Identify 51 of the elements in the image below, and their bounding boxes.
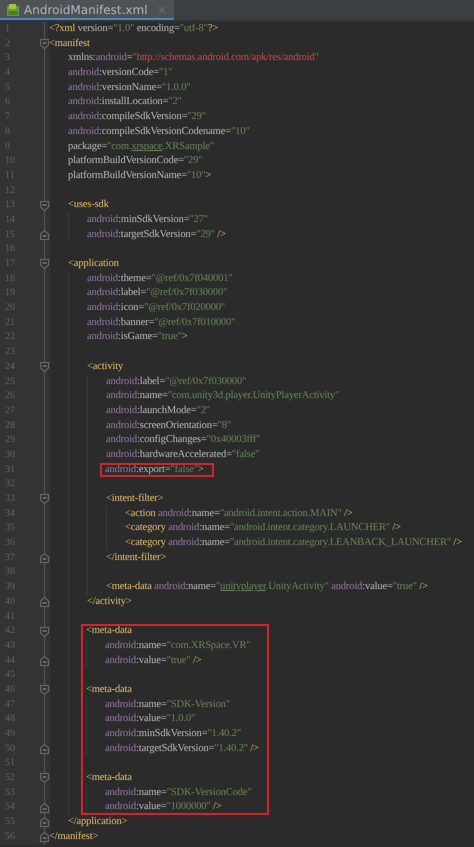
code-line: <activity bbox=[87, 360, 124, 374]
file-tab[interactable]: AndroidManifest.xml bbox=[0, 0, 174, 20]
code-line: <meta-data android:name="unityplayer.UnityActivity" android:value="true" /> bbox=[106, 580, 428, 594]
code-line: android:theme="@ref/0x7f040001" bbox=[87, 272, 232, 286]
code-line: android:minSdkVersion="27" bbox=[87, 212, 208, 227]
code-line: android:name="SDK-VersionCode" bbox=[105, 786, 252, 800]
code-line: android:label="@ref/0x7f030000" bbox=[106, 374, 246, 388]
code-line: <meta-data bbox=[86, 682, 132, 697]
code-line: </activity> bbox=[87, 594, 132, 609]
close-icon[interactable] bbox=[158, 6, 166, 14]
code-line: platformBuildVersionName="10"> bbox=[68, 168, 212, 183]
code-line: android:launchMode="2" bbox=[106, 404, 210, 418]
code-line: </application> bbox=[68, 815, 128, 830]
code-line: android:targetSdkVersion="1.40.2" /> bbox=[105, 742, 259, 756]
code-line: <category android:name="android.intent.category.LAUNCHER" /> bbox=[125, 521, 401, 536]
code-line: package="com.xrspace.XRSample" bbox=[68, 140, 214, 154]
code-line: <action android:name="android.intent.action.MAIN" /> bbox=[125, 506, 353, 521]
code-line: android:compileSdkVersionCodename="10" bbox=[68, 124, 250, 139]
code-line: <uses-sdk bbox=[68, 198, 109, 212]
code-line: android:export="false"> bbox=[105, 462, 204, 477]
code-line: <meta-data bbox=[86, 771, 132, 786]
code-line: android:configChanges="0x40003fff" bbox=[106, 433, 260, 448]
code-line: xmlns:android="http://schemas.android.com/apk/res/android" bbox=[68, 51, 319, 66]
file-icon bbox=[6, 3, 20, 17]
code-line: android:banner="@ref/0x7f010000" bbox=[87, 316, 236, 330]
code-line: android:isGame="true"> bbox=[87, 330, 188, 344]
code-line: android:label="@ref/0x7f030000" bbox=[87, 286, 228, 300]
code-line: android:name="com.unity3d.player.UnityPlayerActivity" bbox=[106, 389, 340, 404]
code-line: android:targetSdkVersion="29" /> bbox=[87, 228, 226, 242]
code-line: android:value="1000000" /> bbox=[105, 800, 222, 814]
code-line: </intent-filter> bbox=[106, 550, 166, 565]
code-line: android:name="SDK-Version" bbox=[105, 698, 230, 712]
code-line: <category android:name="android.intent.category.LEANBACK_LAUNCHER" /> bbox=[125, 536, 462, 550]
code-line: <manifest bbox=[49, 36, 90, 51]
code-line: android:installLocation="2" bbox=[68, 95, 182, 110]
code-line: android:versionName="1.0.0" bbox=[68, 80, 190, 95]
code-line: <meta-data bbox=[86, 624, 132, 638]
code-line: platformBuildVersionCode="29" bbox=[68, 154, 202, 168]
code-line: <application bbox=[68, 257, 119, 271]
code-line: <intent-filter> bbox=[106, 492, 164, 506]
code-line: android:value="1.0.0" bbox=[105, 712, 196, 726]
code-line: android:versionCode="1" bbox=[68, 66, 172, 80]
code-line: android:screenOrientation="8" bbox=[106, 418, 232, 433]
code-line: android:icon="@ref/0x7f020000" bbox=[87, 301, 226, 316]
code-line: android:compileSdkVersion="29" bbox=[68, 110, 206, 124]
code-line: android:hardwareAccelerated="false" bbox=[106, 448, 260, 462]
code-line: <?xml version="1.0" encoding="utf-8"?> bbox=[49, 22, 218, 36]
code-line: android:name="com.XRSpace.VR" bbox=[105, 638, 250, 653]
code-line: </manifest> bbox=[49, 830, 98, 844]
code-line: android:value="true" /> bbox=[105, 654, 202, 668]
code-line: android:minSdkVersion="1.40.2" bbox=[105, 727, 241, 741]
